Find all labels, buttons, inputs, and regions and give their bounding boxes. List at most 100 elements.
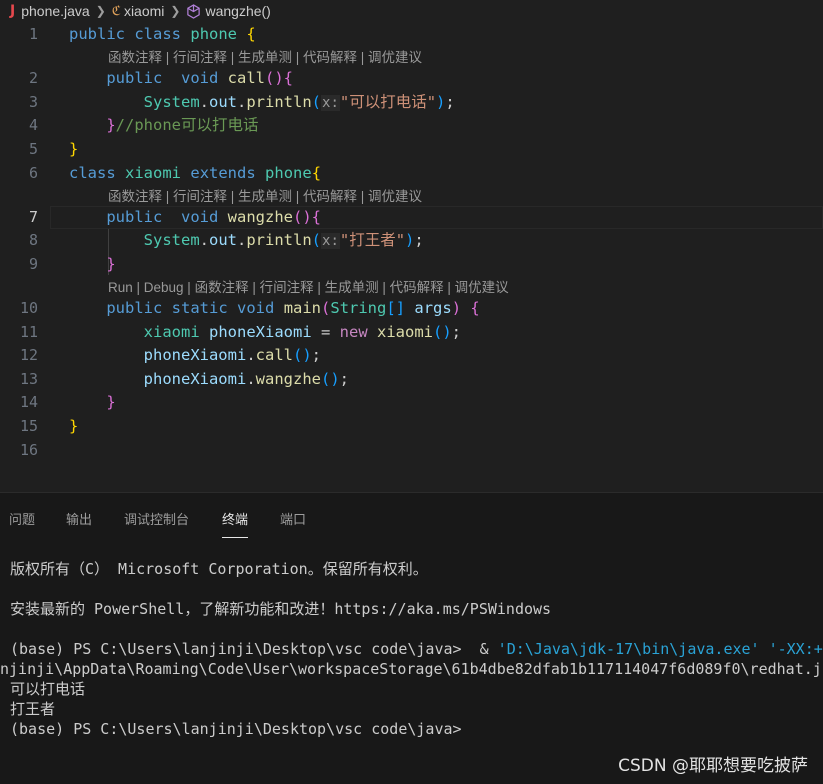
line-number: 14 [19,393,38,411]
line-number: 5 [28,140,38,158]
token: xiaomi [125,164,182,182]
tab-problems[interactable]: 问题 [9,509,35,528]
token: String [330,299,387,317]
token: System [143,231,200,249]
token: args [414,299,452,317]
line-number: 12 [19,346,38,364]
bottom-panel: 问题 输出 调试控制台 终端 端口 版权所有（C） Microsoft Corp… [0,492,823,784]
codelens-actions[interactable]: 函数注释 | 行间注释 | 生成单测 | 代码解释 | 调优建议 [108,185,422,208]
token: System [143,93,200,111]
codelens[interactable]: Run | Debug | 函数注释 | 行间注释 | 生成单测 | 代码解释 … [0,276,823,299]
token: println [246,231,312,249]
inlay-hint: x: [321,233,340,249]
line-number: 1 [28,25,38,43]
token: static [171,299,228,317]
code-line[interactable]: 15 } [0,415,823,438]
token: call [227,69,265,87]
code-line-active[interactable]: 7 public void wangzhe(){ [0,206,823,229]
token: xiaomi [143,323,200,341]
token: public [106,208,163,226]
codelens[interactable]: 函数注释 | 行间注释 | 生成单测 | 代码解释 | 调优建议 [0,185,823,208]
token: phoneXiaomi [143,370,247,388]
token: public [106,69,163,87]
token: "打王者" [339,231,406,249]
breadcrumb-method[interactable]: wangzhe() [205,3,270,19]
method-cube-icon [186,3,201,19]
tab-ports[interactable]: 端口 [280,509,306,528]
terminal-line: 可以打电话 [10,680,86,698]
terminal-line: 打王者 [10,700,56,718]
token: wangzhe [227,208,293,226]
codelens[interactable]: 函数注释 | 行间注释 | 生成单测 | 代码解释 | 调优建议 [0,46,823,69]
code-line[interactable]: 11 xiaomi phoneXiaomi = new xiaomi(); [0,321,823,344]
token: class [69,164,116,182]
token: wangzhe [255,370,321,388]
code-line[interactable]: 2 public void call(){ [0,67,823,90]
line-number: 13 [19,370,38,388]
tab-terminal[interactable]: 终端 [222,509,249,538]
line-number: 8 [28,231,38,249]
line-number: 9 [28,255,38,273]
tab-output[interactable]: 输出 [66,509,92,528]
terminal-prompt: (base) PS C:\Users\lanjinji\Desktop\vsc … [10,720,462,738]
token: main [283,299,322,317]
token: class [134,25,182,43]
line-number: 6 [28,164,38,182]
token: phoneXiaomi [209,323,312,341]
token: call [255,346,293,364]
line-number: 7 [28,208,38,226]
inlay-hint: x: [321,95,340,111]
terminal-line: (base) PS C:\Users\lanjinji\Desktop\vsc … [10,639,823,659]
line-number: 2 [28,69,38,87]
terminal-line: 安装最新的 PowerShell，了解新功能和改进！https://aka.ms… [10,600,552,618]
terminal-prompt: (base) PS C:\Users\lanjinji\Desktop\vsc … [10,640,498,658]
code-line[interactable]: 4 }//phone可以打电话 [0,114,823,137]
code-line[interactable]: 12 phoneXiaomi.call(); [0,344,823,367]
java-file-icon: J [10,3,16,19]
code-line[interactable]: 14 } [0,391,823,414]
code-editor[interactable]: 1 public class phone { 函数注释 | 行间注释 | 生成单… [0,22,823,492]
token: extends [190,164,256,182]
token: phoneXiaomi [143,346,247,364]
token: public [106,299,163,317]
tab-debug-console[interactable]: 调试控制台 [124,509,189,528]
breadcrumb-file[interactable]: phone.java [21,3,90,19]
code-line[interactable]: 10 public static void main(String[] args… [0,297,823,320]
token: xiaomi [377,323,433,341]
codelens-main-actions[interactable]: Run | Debug | 函数注释 | 行间注释 | 生成单测 | 代码解释 … [108,276,509,299]
token: phone [265,164,312,182]
breadcrumb: J phone.java ❯ ℭ xiaomi ❯ wangzhe() [0,0,823,22]
token: phone [190,25,238,43]
watermark: CSDN @耶耶想要吃披萨 [618,756,808,776]
breadcrumb-class[interactable]: xiaomi [124,3,164,19]
token: "可以打电话" [339,93,437,111]
code-line[interactable]: 1 public class phone { [0,23,823,46]
code-line[interactable]: 13 phoneXiaomi.wangzhe(); [0,368,823,391]
line-number: 16 [19,441,38,459]
code-line[interactable]: 3 System.out.println(x:"可以打电话"); [0,91,823,114]
token: void [181,69,219,87]
code-line[interactable]: 5 } [0,138,823,161]
token: out [209,93,237,111]
code-line[interactable]: 6 class xiaomi extends phone{ [0,162,823,185]
panel-tabs: 问题 输出 调试控制台 终端 端口 [0,493,823,543]
token: new [339,323,368,341]
line-number: 11 [19,323,38,341]
chevron-right-icon: ❯ [170,4,181,18]
terminal-line: njinji\AppData\Roaming\Code\User\workspa… [0,660,822,678]
terminal-line: 版权所有（C） Microsoft Corporation。保留所有权利。 [10,560,428,578]
token: public [69,25,125,43]
token: //phone可以打电话 [115,116,259,134]
line-number: 15 [19,417,38,435]
line-number: 4 [28,116,38,134]
code-line[interactable]: 9 } [0,253,823,276]
code-line[interactable]: 16 [0,439,823,462]
token: println [246,93,312,111]
code-line[interactable]: 8 System.out.println(x:"打王者"); [0,229,823,252]
codelens-actions[interactable]: 函数注释 | 行间注释 | 生成单测 | 代码解释 | 调优建议 [108,46,422,69]
token: void [181,208,219,226]
class-icon: ℭ [111,3,121,18]
terminal-command-arg: 'D:\Java\jdk-17\bin\java.exe' '-XX:+S [497,640,823,658]
line-number: 3 [28,93,38,111]
line-number: 10 [19,299,38,317]
